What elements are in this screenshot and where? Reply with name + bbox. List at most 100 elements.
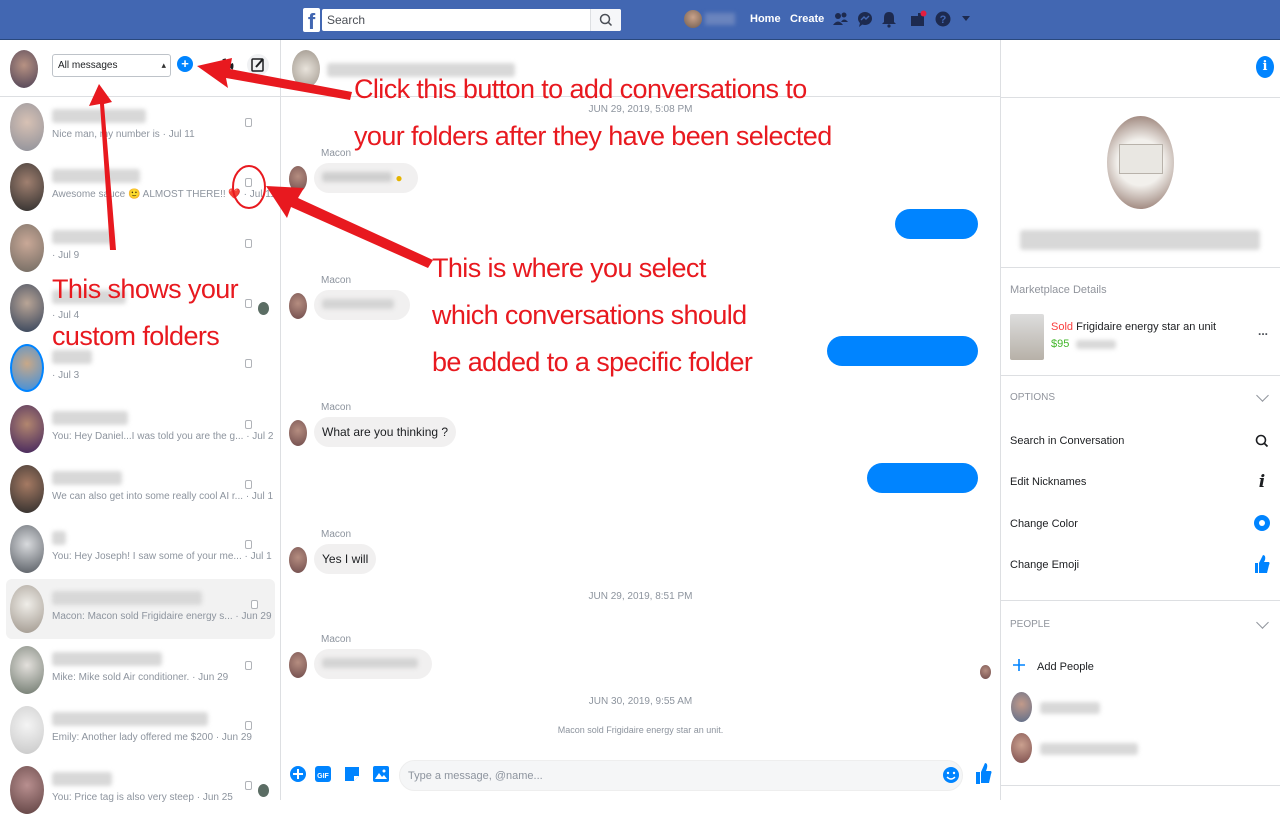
option-edit-nicknames[interactable]: Edit Nicknames (1010, 476, 1086, 488)
blurred-message-text (322, 658, 418, 668)
conversation-snippet: · Jul 3 (52, 370, 79, 381)
gif-icon[interactable]: GIF (314, 764, 332, 784)
conversation-avatar[interactable] (10, 645, 44, 694)
snippet-time: · Jul 9 (52, 249, 80, 261)
snippet-text: Nice man, my number is (52, 129, 160, 140)
option-search-in-conversation[interactable]: Search in Conversation (1010, 435, 1124, 447)
message-input[interactable] (399, 760, 963, 791)
chevron-down-icon[interactable] (1256, 389, 1269, 402)
folder-select-dropdown[interactable]: All messages ▴ (52, 54, 171, 77)
conversation-avatar[interactable] (10, 464, 44, 513)
option-change-emoji[interactable]: Change Emoji (1010, 559, 1079, 571)
conversation-avatar[interactable] (10, 525, 44, 574)
conversation-avatar[interactable] (10, 585, 44, 634)
facebook-logo-icon[interactable]: f (303, 8, 320, 32)
option-change-color[interactable]: Change Color (1010, 518, 1078, 530)
select-conversation-checkbox[interactable] (245, 178, 252, 188)
profile-avatar[interactable] (684, 10, 702, 28)
conversation-snippet: Mike: Mike sold Air conditioner. · Jun 2… (52, 672, 228, 683)
conversation-name-blurred (52, 470, 122, 485)
more-actions-plus-icon[interactable] (289, 764, 307, 784)
search-icon[interactable] (1253, 432, 1271, 450)
person-name-blurred[interactable] (1040, 702, 1100, 714)
conversation-avatar[interactable] (10, 283, 44, 332)
compose-new-message-button[interactable] (247, 54, 269, 76)
conversation-avatar[interactable] (10, 103, 44, 151)
conversation-row[interactable]: Macon: Macon sold Frigidaire energy s...… (6, 579, 275, 640)
conversation-avatar[interactable] (10, 404, 44, 453)
account-menu-chevron-icon[interactable] (961, 15, 971, 23)
select-conversation-checkbox[interactable] (251, 600, 258, 610)
conversation-avatar[interactable] (10, 706, 44, 754)
search-button[interactable] (590, 9, 621, 31)
notifications-bell-icon[interactable] (880, 10, 898, 28)
snippet-time: · Jun 29 (235, 611, 272, 623)
snippet-text: Mike: Mike sold Air conditioner. (52, 671, 190, 683)
person-avatar[interactable] (1011, 733, 1032, 763)
thumbs-up-emoji-icon[interactable] (1253, 553, 1271, 575)
sticker-icon[interactable] (343, 764, 361, 784)
annotation-line: Click this button to add conversations t… (354, 74, 807, 104)
quick-help-icon[interactable] (909, 10, 927, 28)
conversation-name-blurred (52, 772, 112, 787)
select-conversation-checkbox[interactable] (245, 359, 252, 369)
select-conversation-checkbox[interactable] (245, 781, 252, 791)
conversation-avatar[interactable] (10, 344, 44, 393)
chat-contact-avatar[interactable] (292, 50, 320, 88)
conversation-row[interactable]: You: Hey Joseph! I saw some of your me..… (0, 519, 280, 579)
options-title[interactable]: OPTIONS (1010, 392, 1055, 403)
snippet-text: Awesome sauce 🙂 ALMOST THERE!! ❤️ (52, 189, 241, 201)
timestamp: JUN 30, 2019, 9:55 AM (588, 696, 693, 707)
add-people-plus-icon[interactable] (1012, 658, 1026, 672)
select-conversation-checkbox[interactable] (245, 298, 252, 308)
conversation-snippet: Awesome sauce 🙂 ALMOST THERE!! ❤️ · Jul … (52, 189, 276, 200)
help-question-icon[interactable]: ? (934, 10, 952, 28)
conversation-row[interactable]: You: Price tag is also very steep · Jun … (0, 760, 280, 820)
select-conversation-checkbox[interactable] (245, 238, 252, 248)
emoji-picker-icon[interactable] (942, 765, 960, 785)
add-to-folder-button[interactable]: + (177, 56, 193, 72)
conversation-avatar[interactable] (10, 766, 44, 815)
friend-requests-icon[interactable] (832, 10, 850, 28)
photo-icon[interactable] (372, 764, 390, 784)
settings-gear-icon[interactable] (216, 56, 236, 76)
item-more-options[interactable]: ... (1258, 324, 1268, 338)
conversation-name-blurred (52, 531, 66, 546)
add-people-button[interactable]: Add People (1037, 661, 1094, 673)
conversation-row[interactable]: You: Hey Daniel...I was told you are the… (0, 399, 280, 459)
profile-name-blurred[interactable] (705, 13, 735, 25)
edit-nickname-icon[interactable]: i (1253, 472, 1271, 490)
people-title[interactable]: PEOPLE (1010, 619, 1050, 630)
person-avatar[interactable] (1011, 692, 1032, 722)
conversation-row[interactable]: Mike: Mike sold Air conditioner. · Jun 2… (0, 640, 280, 700)
send-like-thumb-icon[interactable] (973, 760, 993, 786)
messenger-icon[interactable] (856, 10, 874, 28)
select-conversation-checkbox[interactable] (245, 540, 252, 550)
color-circle-icon[interactable] (1253, 514, 1271, 532)
select-conversation-checkbox[interactable] (245, 118, 252, 127)
conversation-row[interactable]: We can also get into some really cool AI… (0, 459, 280, 519)
select-conversation-checkbox[interactable] (245, 721, 252, 730)
message-bubble-incoming (314, 290, 410, 320)
conversation-name-blurred (52, 169, 140, 184)
conversation-row[interactable]: Nice man, my number is · Jul 11 (0, 97, 280, 157)
search-input[interactable] (322, 9, 590, 31)
conversation-name-blurred (1020, 230, 1260, 250)
home-link[interactable]: Home (750, 13, 781, 25)
item-thumbnail[interactable] (1010, 314, 1044, 360)
conversation-avatar-large[interactable] (1107, 116, 1174, 209)
conversation-row[interactable]: Emily: Another lady offered me $200 · Ju… (0, 700, 280, 760)
conversation-snippet: Emily: Another lady offered me $200 · Ju… (52, 732, 252, 743)
select-conversation-checkbox[interactable] (245, 479, 252, 489)
conversation-avatar[interactable] (10, 223, 44, 272)
select-conversation-checkbox[interactable] (245, 660, 252, 670)
conversation-avatar[interactable] (10, 163, 44, 212)
select-conversation-checkbox[interactable] (245, 419, 252, 429)
conversation-row[interactable]: Awesome sauce 🙂 ALMOST THERE!! ❤️ · Jul … (0, 157, 280, 217)
person-name-blurred[interactable] (1040, 743, 1138, 755)
create-link[interactable]: Create (790, 13, 824, 25)
info-icon[interactable]: i (1256, 56, 1274, 78)
my-avatar[interactable] (10, 50, 38, 88)
chevron-down-icon[interactable] (1256, 616, 1269, 629)
item-title[interactable]: Sold Frigidaire energy star an unit (1051, 321, 1216, 333)
